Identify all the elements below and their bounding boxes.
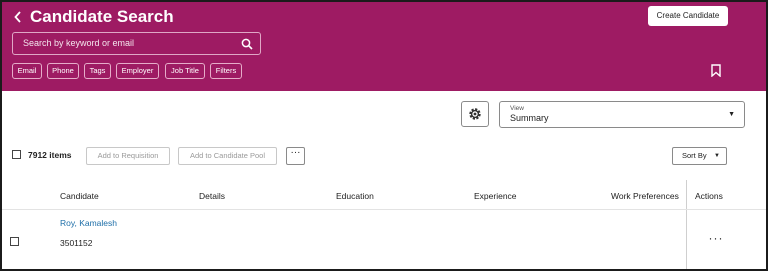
gear-icon bbox=[469, 108, 481, 120]
bookmark-icon[interactable] bbox=[710, 64, 722, 77]
chip-tags[interactable]: Tags bbox=[84, 63, 111, 79]
view-value: Summary bbox=[510, 113, 549, 123]
search-input[interactable]: Search by keyword or email bbox=[12, 32, 261, 55]
settings-button[interactable] bbox=[461, 101, 489, 127]
search-placeholder: Search by keyword or email bbox=[23, 38, 135, 48]
candidate-search-page: Candidate Search Create Candidate Search… bbox=[2, 2, 766, 269]
more-horizontal-icon: ··· bbox=[708, 231, 724, 245]
chip-employer[interactable]: Employer bbox=[116, 63, 159, 79]
candidate-name-link[interactable]: Roy, Kamalesh bbox=[60, 218, 117, 229]
candidate-id: 3501152 bbox=[60, 238, 93, 248]
search-icon[interactable] bbox=[241, 38, 253, 50]
add-to-candidate-pool-button[interactable]: Add to Candidate Pool bbox=[178, 147, 277, 165]
chip-job-title[interactable]: Job Title bbox=[165, 63, 205, 79]
back-button[interactable] bbox=[11, 8, 25, 26]
column-header-candidate[interactable]: Candidate bbox=[60, 191, 99, 202]
chip-phone[interactable]: Phone bbox=[47, 63, 79, 79]
chip-email[interactable]: Email bbox=[12, 63, 42, 79]
more-actions-button[interactable]: ··· bbox=[286, 147, 305, 165]
sort-by-label: Sort By bbox=[682, 151, 707, 160]
actions-column-divider bbox=[686, 180, 687, 269]
add-to-requisition-button[interactable]: Add to Requisition bbox=[86, 147, 170, 165]
page-header: Candidate Search Create Candidate Search… bbox=[2, 2, 766, 91]
page-title: Candidate Search bbox=[30, 7, 174, 26]
create-candidate-button[interactable]: Create Candidate bbox=[648, 6, 728, 26]
item-count: 7912 items bbox=[28, 150, 72, 160]
column-header-work-preferences[interactable]: Work Preferences bbox=[611, 191, 679, 202]
sort-by-button[interactable]: Sort By ▼ bbox=[672, 147, 727, 165]
chip-filters[interactable]: Filters bbox=[210, 63, 242, 79]
row-actions-button[interactable]: ··· bbox=[706, 231, 726, 246]
caret-down-icon: ▼ bbox=[714, 153, 720, 159]
column-header-education[interactable]: Education bbox=[336, 191, 374, 202]
column-header-details[interactable]: Details bbox=[199, 191, 225, 202]
chevron-left-icon bbox=[14, 11, 21, 23]
row-checkbox[interactable] bbox=[10, 237, 19, 246]
header-divider bbox=[2, 209, 766, 210]
view-label: View bbox=[510, 105, 524, 112]
column-header-experience[interactable]: Experience bbox=[474, 191, 517, 202]
more-horizontal-icon: ··· bbox=[290, 147, 301, 158]
view-select[interactable]: View Summary ▼ bbox=[499, 101, 745, 128]
column-header-actions: Actions bbox=[695, 191, 723, 201]
caret-down-icon: ▼ bbox=[728, 111, 735, 118]
select-all-checkbox[interactable] bbox=[12, 150, 21, 159]
